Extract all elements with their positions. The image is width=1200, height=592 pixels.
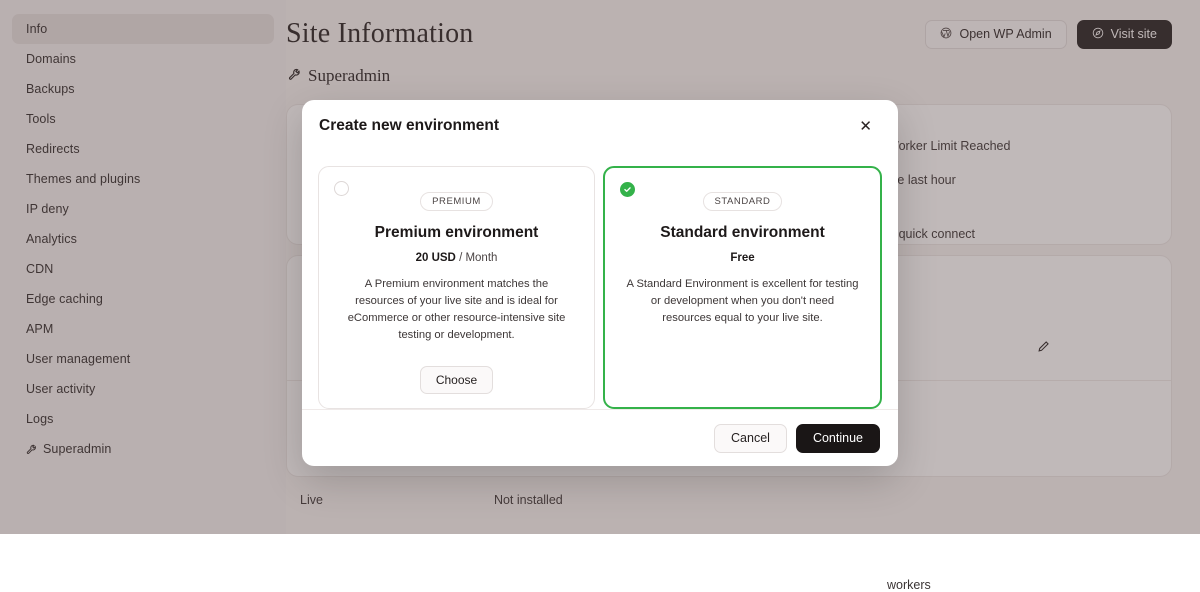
premium-title: Premium environment — [339, 224, 574, 242]
modal-footer: Cancel Continue — [302, 409, 898, 466]
workers-text: workers — [887, 578, 931, 592]
standard-title: Standard environment — [625, 224, 860, 242]
standard-price-amount: Free — [730, 252, 754, 264]
modal-title: Create new environment — [319, 117, 499, 135]
standard-description: A Standard Environment is excellent for … — [625, 276, 860, 327]
choose-button[interactable]: Choose — [420, 366, 493, 394]
premium-price-amount: 20 USD — [416, 252, 456, 264]
premium-price: 20 USD / Month — [339, 252, 574, 264]
standard-price: Free — [625, 252, 860, 264]
continue-button[interactable]: Continue — [796, 424, 880, 453]
modal-body: PREMIUM Premium environment 20 USD / Mon… — [302, 152, 898, 409]
premium-price-unit: / Month — [459, 252, 497, 264]
premium-description: A Premium environment matches the resour… — [339, 276, 574, 344]
radio-standard[interactable] — [620, 182, 635, 197]
premium-action-wrap: Choose — [339, 366, 574, 394]
environment-option-standard[interactable]: STANDARD Standard environment Free A Sta… — [603, 166, 882, 409]
environment-option-premium[interactable]: PREMIUM Premium environment 20 USD / Mon… — [318, 166, 595, 409]
badge-standard: STANDARD — [703, 192, 783, 211]
close-icon[interactable]: ✕ — [855, 115, 876, 138]
badge-premium: PREMIUM — [420, 192, 493, 211]
modal-header: Create new environment ✕ — [302, 100, 898, 152]
cancel-button[interactable]: Cancel — [714, 424, 787, 453]
radio-premium[interactable] — [334, 181, 349, 196]
create-environment-modal: Create new environment ✕ PREMIUM Premium… — [302, 100, 898, 466]
